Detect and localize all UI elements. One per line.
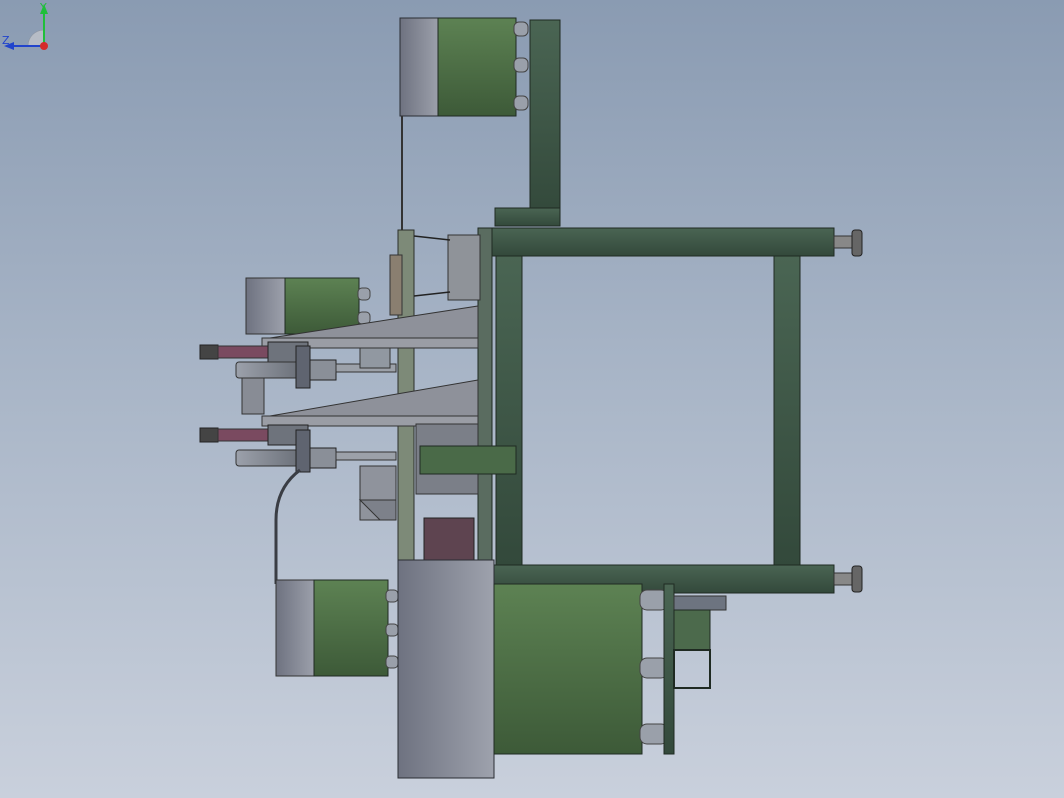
- x-axis-point: [40, 42, 48, 50]
- bottom-bracket: [663, 583, 727, 755]
- cad-viewport[interactable]: Y Z: [0, 0, 1064, 798]
- lower-cylinder-maroon: [199, 424, 309, 446]
- leveling-foot-top: [833, 229, 863, 257]
- leveling-foot-bottom: [833, 565, 863, 593]
- hose: [274, 468, 301, 584]
- big-bottom-motor: [397, 559, 669, 779]
- lower-slide-plate: [261, 379, 479, 427]
- bottom-left-motor: [275, 579, 399, 677]
- main-frame: [477, 227, 835, 594]
- axis-triad: Y Z: [2, 1, 48, 50]
- lower-cylinder-grey: [235, 447, 397, 469]
- top-motor: [399, 17, 529, 230]
- y-axis-label: Y: [39, 1, 47, 14]
- z-axis-label: Z: [2, 34, 10, 47]
- machine-assembly-drawing: [199, 17, 863, 779]
- maroon-block: [423, 517, 475, 561]
- upper-cylinder-maroon: [199, 341, 309, 363]
- chute: [358, 465, 397, 521]
